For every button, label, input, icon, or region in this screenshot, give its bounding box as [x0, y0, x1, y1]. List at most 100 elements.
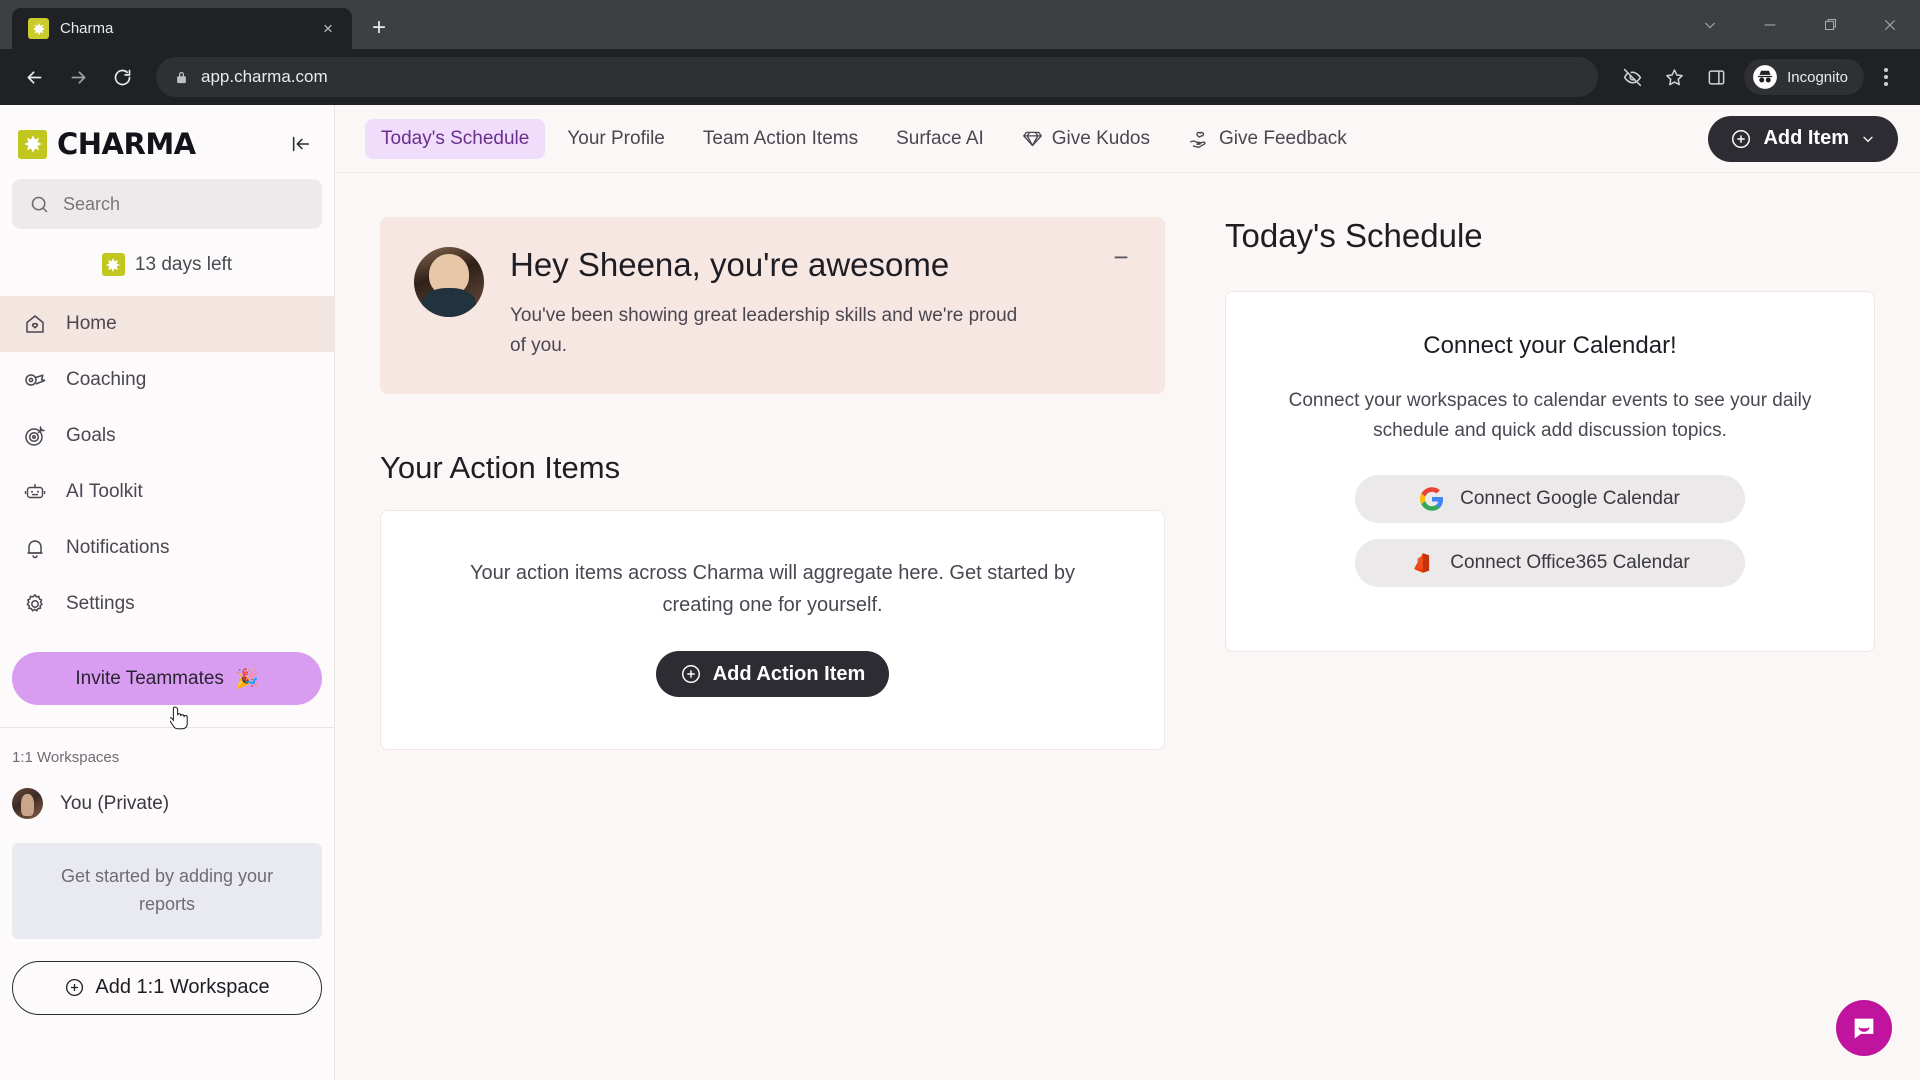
party-popper-icon: 🎉	[234, 668, 259, 690]
charma-star-icon	[18, 129, 47, 159]
sidebar-item-label: AI Toolkit	[66, 481, 143, 502]
app-logo[interactable]: CHARMA	[0, 105, 334, 175]
page-viewport: CHARMA 13 days left	[0, 105, 1920, 1080]
sidebar-item-home[interactable]: Home	[0, 296, 334, 352]
add-action-item-label: Add Action Item	[712, 662, 866, 685]
close-icon[interactable]	[1860, 0, 1920, 49]
greeting-banner: Hey Sheena, you're awesome You've been s…	[380, 217, 1165, 395]
reload-icon[interactable]	[102, 57, 142, 97]
workspace-row-you[interactable]: You (Private)	[0, 780, 334, 827]
schedule-heading: Today's Schedule	[1225, 217, 1483, 254]
sidebar-item-notifications[interactable]: Notifications	[0, 520, 334, 576]
browser-window: Charma × + app.charma.com Incognito CHAR…	[0, 0, 1920, 1080]
connect-office365-calendar-label: Connect Office365 Calendar	[1450, 551, 1690, 573]
tab-surface-ai[interactable]: Surface AI	[880, 119, 1000, 159]
robot-icon	[22, 479, 48, 505]
tab-label: Today's Schedule	[381, 127, 530, 149]
browser-tab-strip: Charma × +	[0, 0, 1920, 49]
whistle-icon	[22, 367, 48, 393]
forward-icon[interactable]	[58, 57, 98, 97]
incognito-hat-icon	[1752, 64, 1778, 90]
url-text: app.charma.com	[201, 67, 328, 86]
tab-label: Give Kudos	[1051, 127, 1151, 149]
home-heart-icon	[22, 311, 48, 337]
trial-days-left: 13 days left	[134, 253, 233, 275]
connect-office365-calendar-button[interactable]: Connect Office365 Calendar	[1355, 538, 1745, 587]
window-controls	[1680, 0, 1920, 49]
lock-icon	[174, 70, 189, 85]
close-icon[interactable]: ×	[316, 17, 340, 41]
sidebar-item-ai-toolkit[interactable]: AI Toolkit	[0, 464, 334, 520]
sidebar-item-label: Notifications	[66, 537, 170, 558]
back-icon[interactable]	[14, 57, 54, 97]
app-logo-text: CHARMA	[57, 127, 196, 161]
sidebar-item-settings[interactable]: Settings	[0, 576, 334, 632]
sidebar-nav: Home Coaching Goals AI Toolkit Notificat…	[0, 296, 334, 632]
connect-calendar-card: Connect your Calendar! Connect your work…	[1225, 291, 1875, 652]
toolbar-icons: Incognito	[1612, 57, 1906, 97]
invite-teammates-label: Invite Teammates	[75, 667, 224, 689]
minimize-icon[interactable]	[1740, 0, 1800, 49]
add-item-button[interactable]: Add Item	[1708, 115, 1898, 162]
tab-team-action-items[interactable]: Team Action Items	[687, 119, 874, 159]
incognito-badge[interactable]: Incognito	[1744, 59, 1864, 95]
bell-icon	[22, 535, 48, 561]
browser-toolbar: app.charma.com Incognito	[0, 49, 1920, 105]
tab-label: Your Profile	[567, 127, 665, 149]
greeting-title: Hey Sheena, you're awesome	[510, 246, 950, 283]
tab-label: Give Feedback	[1219, 127, 1347, 149]
charma-star-icon	[28, 18, 49, 39]
collapse-sidebar-icon[interactable]	[286, 129, 316, 159]
target-icon	[22, 423, 48, 449]
bookmark-star-icon[interactable]	[1654, 57, 1694, 97]
page-content: Hey Sheena, you're awesome You've been s…	[335, 173, 1920, 1080]
action-items-empty-text: Your action items across Charma will agg…	[469, 562, 1076, 617]
invite-teammates-button[interactable]: Invite Teammates 🎉	[12, 652, 322, 705]
main-area: Today's Schedule Your Profile Team Actio…	[335, 105, 1920, 1080]
sidebar-item-goals[interactable]: Goals	[0, 408, 334, 464]
browser-tab[interactable]: Charma ×	[12, 8, 352, 49]
sidebar-item-label: Settings	[66, 593, 135, 614]
avatar	[12, 788, 43, 819]
gear-icon	[22, 591, 48, 617]
action-items-card: Your action items across Charma will agg…	[380, 510, 1165, 751]
gem-icon	[1022, 128, 1043, 149]
chevron-down-icon	[1860, 131, 1876, 147]
tab-label: Surface AI	[896, 127, 984, 149]
trial-status: 13 days left	[0, 229, 334, 296]
three-dot-menu-icon[interactable]	[1866, 57, 1906, 97]
tab-give-feedback[interactable]: Give Feedback	[1172, 119, 1363, 159]
connect-google-calendar-label: Connect Google Calendar	[1460, 487, 1680, 509]
chevron-down-icon[interactable]	[1680, 0, 1740, 49]
plus-circle-icon	[680, 663, 702, 685]
right-column: Today's Schedule Connect your Calendar! …	[1205, 217, 1920, 1080]
sidebar-item-label: Home	[66, 313, 117, 334]
maximize-icon[interactable]	[1800, 0, 1860, 49]
greeting-body: You've been showing great leadership ski…	[510, 305, 1018, 356]
side-panel-icon[interactable]	[1696, 57, 1736, 97]
workspaces-empty-state: Get started by adding your reports	[12, 843, 322, 939]
connect-google-calendar-button[interactable]: Connect Google Calendar	[1355, 474, 1745, 523]
search-input[interactable]	[63, 193, 305, 215]
intercom-chat-icon[interactable]	[1836, 1000, 1892, 1056]
top-navigation: Today's Schedule Your Profile Team Actio…	[335, 105, 1920, 173]
eye-slash-icon[interactable]	[1612, 57, 1652, 97]
sidebar-item-coaching[interactable]: Coaching	[0, 352, 334, 408]
add-workspace-button[interactable]: Add 1:1 Workspace	[12, 960, 322, 1015]
minimize-icon[interactable]: −	[1107, 243, 1135, 271]
plus-circle-icon	[64, 977, 85, 998]
left-column: Hey Sheena, you're awesome You've been s…	[335, 217, 1205, 1080]
tab-your-profile[interactable]: Your Profile	[551, 119, 681, 159]
address-bar[interactable]: app.charma.com	[156, 57, 1599, 97]
workspaces-heading: 1:1 Workspaces	[12, 749, 120, 766]
connect-calendar-heading: Connect your Calendar!	[1423, 332, 1677, 359]
tab-todays-schedule[interactable]: Today's Schedule	[365, 118, 546, 159]
avatar	[414, 247, 484, 317]
app-sidebar: CHARMA 13 days left	[0, 105, 335, 1080]
browser-tab-title: Charma	[60, 20, 114, 37]
new-tab-button[interactable]: +	[362, 11, 396, 45]
tab-give-kudos[interactable]: Give Kudos	[1006, 119, 1166, 159]
google-logo-icon	[1420, 487, 1444, 511]
search-field[interactable]	[12, 179, 322, 229]
add-action-item-button[interactable]: Add Action Item	[655, 651, 890, 698]
